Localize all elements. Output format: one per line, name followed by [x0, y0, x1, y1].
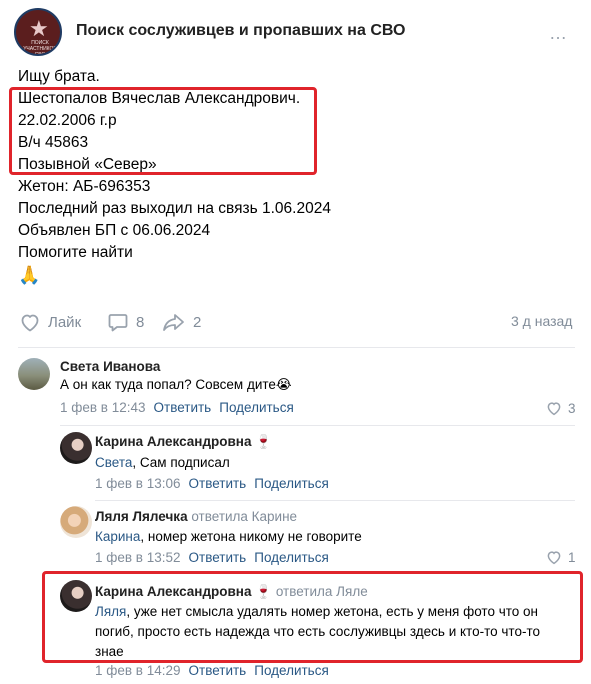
- comment-date[interactable]: 1 фев в 13:52: [95, 550, 181, 565]
- comment-author[interactable]: Света Иванова: [60, 359, 160, 374]
- comment-meta: 1 фев в 13:52 Ответить Поделиться: [95, 550, 337, 565]
- comment-date[interactable]: 1 фев в 13:06: [95, 476, 181, 491]
- mention-link[interactable]: Карина: [95, 529, 140, 544]
- like-label: Лайк: [48, 313, 82, 331]
- post-line: Объявлен БП с 06.06.2024: [18, 222, 211, 239]
- comment-author-line: Карина Александровна 🍷: [95, 434, 272, 450]
- mention-link[interactable]: Света: [95, 455, 132, 470]
- share-comment-button[interactable]: Поделиться: [254, 476, 329, 491]
- comment-meta: 1 фев в 13:06 Ответить Поделиться: [95, 476, 337, 491]
- post-line: Ищу брата.: [18, 68, 100, 85]
- comment-text: Карина, номер жетона никому не говорите: [95, 527, 362, 547]
- comment-likes-count: 1: [568, 549, 576, 565]
- share-comment-button[interactable]: Поделиться: [219, 400, 294, 415]
- comment-icon: [108, 314, 128, 332]
- wine-glass-icon: 🍷: [255, 434, 273, 449]
- comment-like-button[interactable]: 3: [545, 399, 576, 417]
- comment-date[interactable]: 1 фев в 14:29: [95, 663, 181, 678]
- comment-text: Света, Сам подписал: [95, 453, 230, 473]
- comment-body: , номер жетона никому не говорите: [140, 529, 362, 544]
- avatar[interactable]: [60, 506, 92, 538]
- reply-button[interactable]: Ответить: [189, 663, 247, 678]
- like-button[interactable]: Лайк: [18, 310, 81, 334]
- comment-likes-count: 3: [568, 400, 576, 416]
- comment-author[interactable]: Карина Александровна: [95, 434, 251, 449]
- avatar[interactable]: [60, 432, 92, 464]
- divider: [18, 347, 575, 348]
- praying-hands-icon: 🙏: [18, 265, 41, 285]
- heart-icon: [547, 402, 561, 416]
- share-arrow-icon: [163, 314, 184, 331]
- share-comment-button[interactable]: Поделиться: [254, 663, 329, 678]
- post-line: Жетон: АБ-696353: [18, 178, 151, 195]
- post-date[interactable]: 3 д назад: [511, 313, 572, 329]
- comment-body: , Сам подписал: [132, 455, 230, 470]
- heart-icon: [21, 314, 39, 332]
- share-comment-button[interactable]: Поделиться: [254, 550, 329, 565]
- star-logo-icon: ★: [29, 16, 49, 41]
- comments-count: 8: [136, 313, 145, 331]
- comment-meta: 1 фев в 12:43 Ответить Поделиться: [60, 400, 302, 415]
- divider: [95, 500, 575, 501]
- logo-text-line2: УЧАСТНИКОВ СВО: [23, 46, 57, 56]
- highlight-box: [42, 571, 583, 663]
- shares-count: 2: [193, 313, 202, 331]
- group-title[interactable]: Поиск сослуживцев и пропавших на СВО: [76, 22, 405, 40]
- more-options-icon[interactable]: …: [549, 23, 568, 44]
- comment-author[interactable]: Ляля Лялечка: [95, 509, 188, 524]
- reply-button[interactable]: Ответить: [189, 476, 247, 491]
- divider: [60, 425, 575, 426]
- comment-date[interactable]: 1 фев в 12:43: [60, 400, 146, 415]
- comment-author-line: Ляля Лялечка ответила Карине: [95, 509, 297, 524]
- reply-to-label[interactable]: ответила Карине: [191, 509, 297, 524]
- reply-button[interactable]: Ответить: [189, 550, 247, 565]
- heart-icon: [547, 551, 561, 565]
- group-avatar[interactable]: ★ ПОИСК УЧАСТНИКОВ СВО: [14, 8, 62, 56]
- comment-like-button[interactable]: 1: [545, 548, 576, 566]
- highlight-box: [9, 87, 317, 175]
- reply-button[interactable]: Ответить: [154, 400, 212, 415]
- comment-meta: 1 фев в 14:29 Ответить Поделиться: [95, 663, 337, 678]
- post-line: Помогите найти: [18, 244, 133, 261]
- avatar[interactable]: [18, 358, 50, 390]
- share-button[interactable]: 2: [161, 310, 201, 334]
- post-line: Последний раз выходил на связь 1.06.2024: [18, 200, 331, 217]
- comments-button[interactable]: 8: [106, 310, 144, 334]
- comment-text: А он как туда попал? Совсем дите😭: [60, 377, 292, 392]
